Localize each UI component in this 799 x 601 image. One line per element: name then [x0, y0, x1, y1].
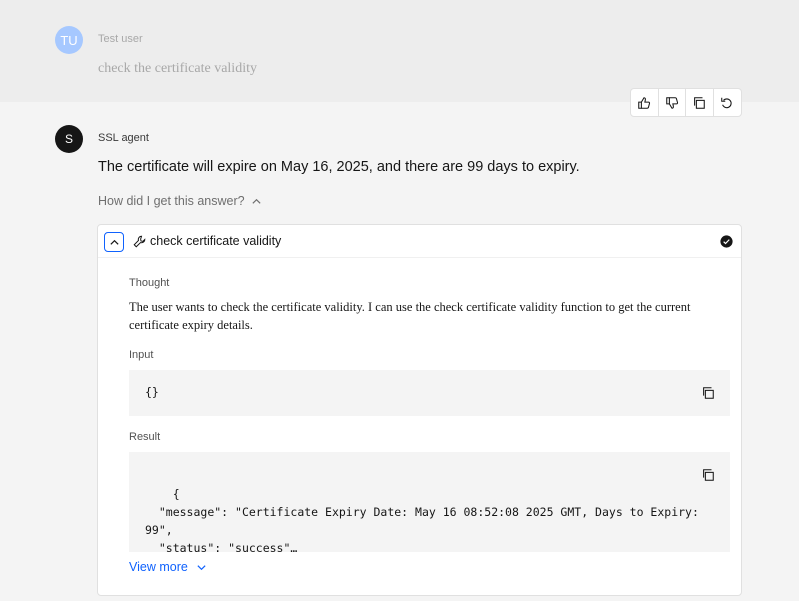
- user-name: Test user: [98, 33, 143, 45]
- input-code: {}: [145, 385, 159, 399]
- thumbs-up-button[interactable]: [631, 89, 659, 116]
- collapse-tool-button[interactable]: [104, 232, 124, 252]
- copy-icon: [694, 96, 706, 109]
- agent-message: The certificate will expire on May 16, 2…: [98, 159, 580, 175]
- thought-label: Thought: [129, 277, 170, 289]
- thumbs-down-icon: [665, 96, 678, 109]
- view-more-label: View more: [129, 560, 188, 574]
- result-code-block: { "message": "Certificate Expiry Date: M…: [129, 452, 730, 555]
- view-more-link[interactable]: View more: [129, 560, 207, 574]
- tool-call-title: check certificate validity: [150, 234, 282, 248]
- user-message: check the certificate validity: [98, 61, 257, 76]
- check-circle-icon: [720, 235, 733, 248]
- tool-call-card: check certificate validity Thought The u…: [97, 224, 742, 596]
- thumbs-down-button[interactable]: [659, 89, 686, 116]
- tool-call-header: check certificate validity: [98, 225, 741, 258]
- result-label: Result: [129, 431, 161, 443]
- chevron-up-icon: [109, 239, 119, 245]
- user-avatar: TU: [55, 26, 83, 54]
- input-label: Input: [129, 349, 154, 361]
- reasoning-toggle-label: How did I get this answer?: [98, 194, 245, 208]
- chevron-down-icon: [197, 564, 206, 570]
- message-actions: [630, 88, 742, 117]
- agent-name: SSL agent: [98, 132, 149, 144]
- copy-icon[interactable]: [701, 386, 715, 400]
- wrench-icon: [133, 235, 146, 248]
- user-message-block: TU Test user check the certificate valid…: [0, 0, 799, 102]
- regenerate-icon: [721, 97, 732, 108]
- thumbs-up-icon: [638, 96, 651, 109]
- input-code-block: {}: [129, 370, 730, 416]
- agent-avatar: S: [55, 125, 83, 153]
- regenerate-button[interactable]: [714, 89, 741, 116]
- copy-message-button[interactable]: [686, 89, 714, 116]
- reasoning-toggle[interactable]: How did I get this answer?: [98, 194, 262, 208]
- copy-icon[interactable]: [701, 468, 715, 482]
- chevron-up-icon: [252, 198, 261, 204]
- result-code: { "message": "Certificate Expiry Date: M…: [145, 487, 699, 555]
- thought-text: The user wants to check the certificate …: [129, 300, 691, 332]
